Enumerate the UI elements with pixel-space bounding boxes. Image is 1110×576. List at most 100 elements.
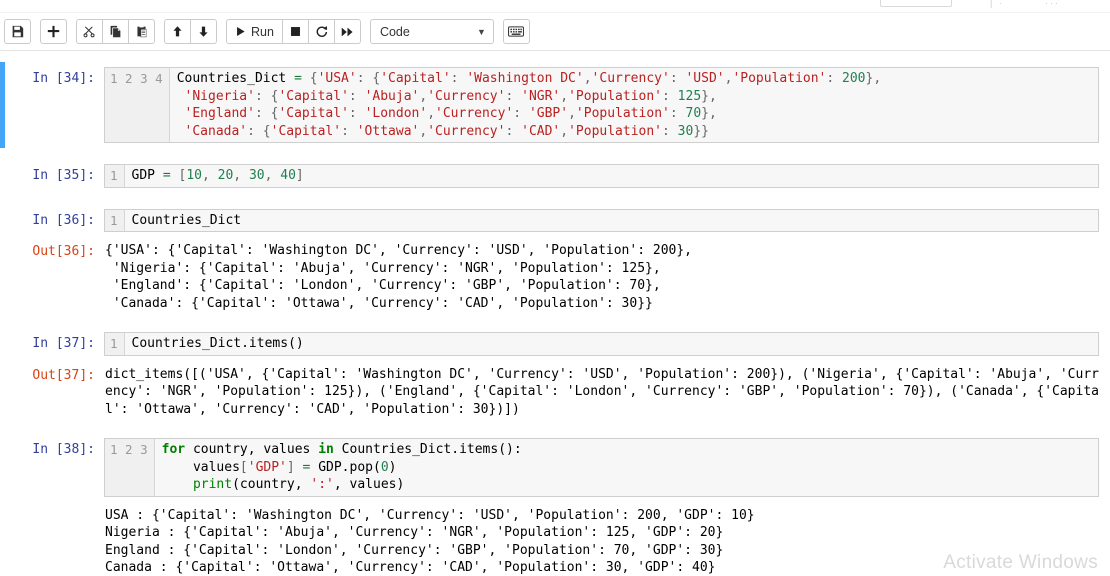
cell-spacer [0,422,1110,433]
arrow-down-icon [197,25,210,38]
notebook-cell[interactable]: In [37]: 1 Countries_Dict.items() [0,327,1110,361]
move-cell-up-button[interactable] [164,19,191,44]
code-token: [ [239,459,248,475]
cell-spacer [0,193,1110,204]
code-token: }, [865,71,882,86]
code-token: 'Capital' [278,88,349,104]
code-token: 'GDP' [247,459,287,475]
code-token: }, [701,88,717,104]
code-token: 'Currency' [427,88,506,104]
toolbar-group-file [4,19,31,44]
fast-forward-icon [341,26,354,38]
chevron-down-icon: ▼ [477,26,486,37]
code-token: : [826,71,843,86]
code-editor[interactable]: 1 2 3 4 Countries_Dict = {'USA': {'Capita… [104,67,1099,143]
code-token: : [505,88,522,104]
code-token: , [264,168,281,183]
code-token: 40 [280,168,296,183]
cell-input-prompt: In [38]: [32,442,95,457]
save-icon [11,25,24,38]
toolbar-group-move [164,19,217,44]
save-button[interactable] [4,19,31,44]
code-token: : [662,88,678,104]
line-number-gutter: 1 [105,165,125,187]
code-token: 10 [186,168,202,183]
code-editor[interactable]: 1 Countries_Dict [104,208,1099,232]
code-token: = [294,71,302,86]
code-token: : [662,123,678,139]
cut-cell-button[interactable] [76,19,103,44]
cell-input-prompt: In [35]: [32,168,95,183]
code-editor[interactable]: 1 GDP = [10, 20, 30, 40] [104,164,1099,188]
restart-button[interactable] [307,19,335,44]
interrupt-button[interactable] [281,19,309,44]
code-token: = [162,168,171,183]
notebook-cell[interactable]: In [35]: 1 GDP = [10, 20, 30, 40] [0,159,1110,193]
notebook-cell[interactable]: In [34]: 1 2 3 4 Countries_Dict = {'USA': … [0,62,1110,148]
code-token: ) [388,459,397,475]
notebook-toolbar: Run Code ▼ [0,13,1110,51]
move-cell-down-button[interactable] [190,19,217,44]
partial-toolbar-box [880,0,952,7]
toolbar-group-run: Run [226,19,361,44]
keyboard-shortcuts-button[interactable] [502,19,530,44]
cell-input-prompt: In [37]: [32,336,95,351]
code-token: ':' [310,477,334,492]
code-editor[interactable]: 1 Countries_Dict.items() [104,332,1099,356]
code-token: 'GBP' [528,106,569,121]
notebook-cell[interactable]: In [38]: 1 2 3 for country, values in Coun… [0,433,1110,502]
copy-cell-button[interactable] [102,19,129,44]
copy-icon [109,25,122,38]
cell-output-prompt: Out[36]: [32,244,95,259]
code-text[interactable]: for country, values in Countries_Dict.it… [154,439,1098,496]
cell-type-select-value: Code [379,24,410,39]
code-token: 125 [677,88,702,104]
code-text[interactable]: Countries_Dict = {'USA': {'Capital': 'Wa… [169,68,1098,142]
insert-cell-button[interactable] [40,19,67,44]
play-icon [235,26,246,37]
code-token: 20 [217,168,234,183]
paste-cell-button[interactable] [128,19,155,44]
cell-type-select[interactable]: Code ▼ [369,19,494,44]
code-token: 'Capital' [380,71,451,86]
code-text[interactable]: Countries_Dict.items() [124,333,1098,355]
code-token: for [161,442,186,457]
run-button[interactable]: Run [226,19,283,44]
code-token: 'Abuja' [364,88,420,104]
output-text: dict_items([('USA', {'Capital': 'Washing… [105,366,1099,417]
paste-icon [135,25,148,38]
code-token: 'Capital' [270,123,342,139]
code-token: , [583,71,592,86]
code-token: : [247,123,263,139]
notebook-cell-container: In [34]: 1 2 3 4 Countries_Dict = {'USA': … [0,51,1110,575]
code-token: 'CAD' [521,123,561,139]
restart-icon [315,25,328,38]
arrow-up-icon [171,25,184,38]
code-token: 200 [842,71,866,86]
code-token: 'Currency' [427,123,506,139]
notebook-cell[interactable]: In [36]: 1 Countries_Dict [0,204,1110,238]
code-token: }} [693,123,709,139]
code-token: , [568,106,576,121]
code-token: , [419,123,428,139]
code-token: 0 [380,459,389,475]
code-text[interactable]: GDP = [10, 20, 30, 40] [124,165,1098,187]
restart-run-all-button[interactable] [333,19,361,44]
code-editor[interactable]: 1 2 3 for country, values in Countries_Di… [104,438,1099,497]
code-token: : [505,123,522,139]
code-token: 'Ottawa' [356,123,420,139]
partial-toolbar-dots-b: ··· [1045,0,1060,8]
code-token: GDP.pop( [310,459,381,475]
code-text[interactable]: Countries_Dict [124,209,1098,231]
code-token: : [348,106,365,121]
cell-output-prompt [0,505,104,526]
cell-output: Out[36]: {'USA': {'Capital': 'Washington … [0,237,1110,316]
code-token: 'Capital' [278,106,349,121]
toolbar-group-insert [40,19,67,44]
code-token: Countries_Dict [176,71,295,86]
code-token: , [233,168,249,183]
